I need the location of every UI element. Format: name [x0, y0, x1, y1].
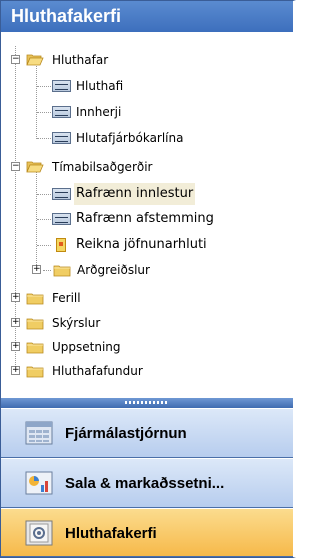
- nav-button-fjarmalastjornun[interactable]: Fjármálastjórnun: [1, 408, 293, 458]
- tree-item-label: Arðgreiðslur: [77, 263, 150, 277]
- form-icon: [52, 132, 71, 144]
- tree-item-ferill[interactable]: + Ferill: [1, 287, 293, 309]
- folder-icon: [26, 293, 44, 305]
- tree-item-label: Hluthafafundur: [52, 364, 143, 378]
- open-folder-icon: [26, 54, 44, 66]
- tree-item-innherji[interactable]: Innherji: [1, 101, 293, 123]
- tree-item-label: Ferill: [52, 291, 81, 305]
- tree-item-skyrslur[interactable]: + Skýrslur: [1, 312, 293, 334]
- tree-item-aragreidslur[interactable]: + Arðgreiðslur: [1, 259, 293, 281]
- tree-item-label: Innherji: [76, 105, 122, 119]
- collapse-icon[interactable]: −: [11, 55, 20, 64]
- tree-view[interactable]: − Hluthafar Hluthafi Innherji Hlutafjárb…: [1, 32, 293, 398]
- form-icon: [52, 188, 71, 200]
- tree-item-uppsetning[interactable]: + Uppsetning: [1, 336, 293, 358]
- tree-item-hlutafjarbokarlina[interactable]: Hlutafjárbókarlína: [1, 127, 293, 149]
- tree-item-hluthafafundur[interactable]: + Hluthafafundur: [1, 360, 293, 382]
- tree-item-label: Hluthafi: [76, 79, 124, 93]
- folder-icon: [53, 265, 71, 277]
- calculator-icon: [56, 238, 66, 252]
- tree-item-label: Tímabilsaðgerðir: [52, 160, 153, 174]
- expand-icon[interactable]: +: [11, 293, 20, 302]
- form-icon: [52, 213, 71, 225]
- tree-item-hluthafar[interactable]: − Hluthafar: [1, 49, 293, 71]
- folder-icon: [26, 318, 44, 330]
- tree-item-reikna-jofnunarhluti[interactable]: Reikna jöfnunarhluti: [1, 234, 293, 256]
- tree-item-label: Skýrslur: [52, 316, 101, 330]
- form-icon: [52, 106, 71, 118]
- folder-icon: [26, 366, 44, 378]
- expand-icon[interactable]: +: [11, 342, 20, 351]
- tree-item-label: Uppsetning: [52, 340, 121, 354]
- tree-item-rafraenn-innlestur[interactable]: Rafrænn innlestur: [1, 183, 293, 205]
- expand-icon[interactable]: +: [32, 265, 41, 274]
- tree-item-label: Rafrænn afstemming: [76, 211, 214, 226]
- tree-item-label: Rafrænn innlestur: [74, 183, 196, 205]
- pane-title: Hluthafakerfi: [1, 1, 293, 32]
- tree-item-label: Hlutafjárbókarlína: [76, 131, 184, 145]
- tree-item-rafraenn-afstemming[interactable]: Rafrænn afstemming: [1, 208, 293, 230]
- nav-button-label: Sala & markaðssetni...: [65, 475, 225, 492]
- tree-item-label: Reikna jöfnunarhluti: [76, 237, 207, 252]
- form-icon: [52, 80, 71, 92]
- tree-item-hluthafi[interactable]: Hluthafi: [1, 75, 293, 97]
- shareholder-system-icon: [25, 520, 53, 546]
- splitter-grip-dots: [125, 401, 169, 404]
- tree-item-label: Hluthafar: [52, 53, 109, 67]
- tree-item-timabilsadgerdir[interactable]: − Tímabilsaðgerðir: [1, 156, 293, 178]
- sales-chart-icon: [25, 471, 53, 495]
- nav-button-hluthafakerfi[interactable]: Hluthafakerfi: [1, 508, 293, 557]
- nav-button-label: Fjármálastjórnun: [65, 425, 187, 442]
- open-folder-icon: [26, 161, 44, 173]
- folder-icon: [26, 342, 44, 354]
- pane-splitter[interactable]: [1, 398, 293, 408]
- nav-button-label: Hluthafakerfi: [65, 525, 157, 542]
- expand-icon[interactable]: +: [11, 318, 20, 327]
- expand-icon[interactable]: +: [11, 366, 20, 375]
- finance-icon: [25, 421, 53, 445]
- nav-button-sala[interactable]: Sala & markaðssetni...: [1, 458, 293, 508]
- navigation-pane: Hluthafakerfi − Hluthafar Hluthafi Innhe…: [0, 0, 296, 558]
- collapse-icon[interactable]: −: [11, 162, 20, 171]
